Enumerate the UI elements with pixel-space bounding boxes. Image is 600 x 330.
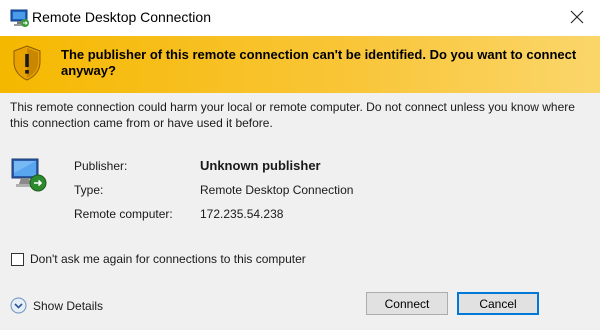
publisher-value: Unknown publisher — [200, 158, 321, 173]
type-value: Remote Desktop Connection — [200, 183, 354, 197]
show-details-toggle[interactable]: Show Details — [10, 297, 103, 314]
publisher-label: Publisher: — [74, 159, 128, 173]
dialog-footer: Show Details Connect Cancel — [0, 280, 600, 330]
warning-text: The publisher of this remote connection … — [61, 47, 577, 78]
dont-ask-again-label[interactable]: Don't ask me again for connections to th… — [30, 252, 306, 266]
warning-shield-icon — [13, 45, 41, 81]
connect-button[interactable]: Connect — [366, 292, 448, 315]
dont-ask-again-checkbox[interactable] — [11, 252, 24, 266]
computer-connection-icon — [11, 158, 47, 192]
remote-desktop-dialog: Remote Desktop Connection The publisher … — [0, 0, 600, 330]
type-label: Type: — [74, 183, 104, 197]
title-bar: Remote Desktop Connection — [0, 0, 600, 36]
remote-computer-label: Remote computer: — [74, 207, 173, 221]
chevron-down-circle-icon[interactable] — [10, 297, 27, 314]
show-details-label[interactable]: Show Details — [33, 299, 103, 313]
close-icon — [570, 10, 584, 24]
remote-desktop-icon — [10, 9, 29, 27]
cancel-button[interactable]: Cancel — [457, 292, 539, 315]
description-text: This remote connection could harm your l… — [10, 100, 575, 130]
window-title: Remote Desktop Connection — [32, 9, 211, 25]
warning-banner: The publisher of this remote connection … — [0, 36, 600, 93]
dont-ask-again-option[interactable]: Don't ask me again for connections to th… — [11, 252, 306, 266]
close-button[interactable] — [554, 0, 600, 34]
remote-computer-value: 172.235.54.238 — [200, 207, 284, 221]
